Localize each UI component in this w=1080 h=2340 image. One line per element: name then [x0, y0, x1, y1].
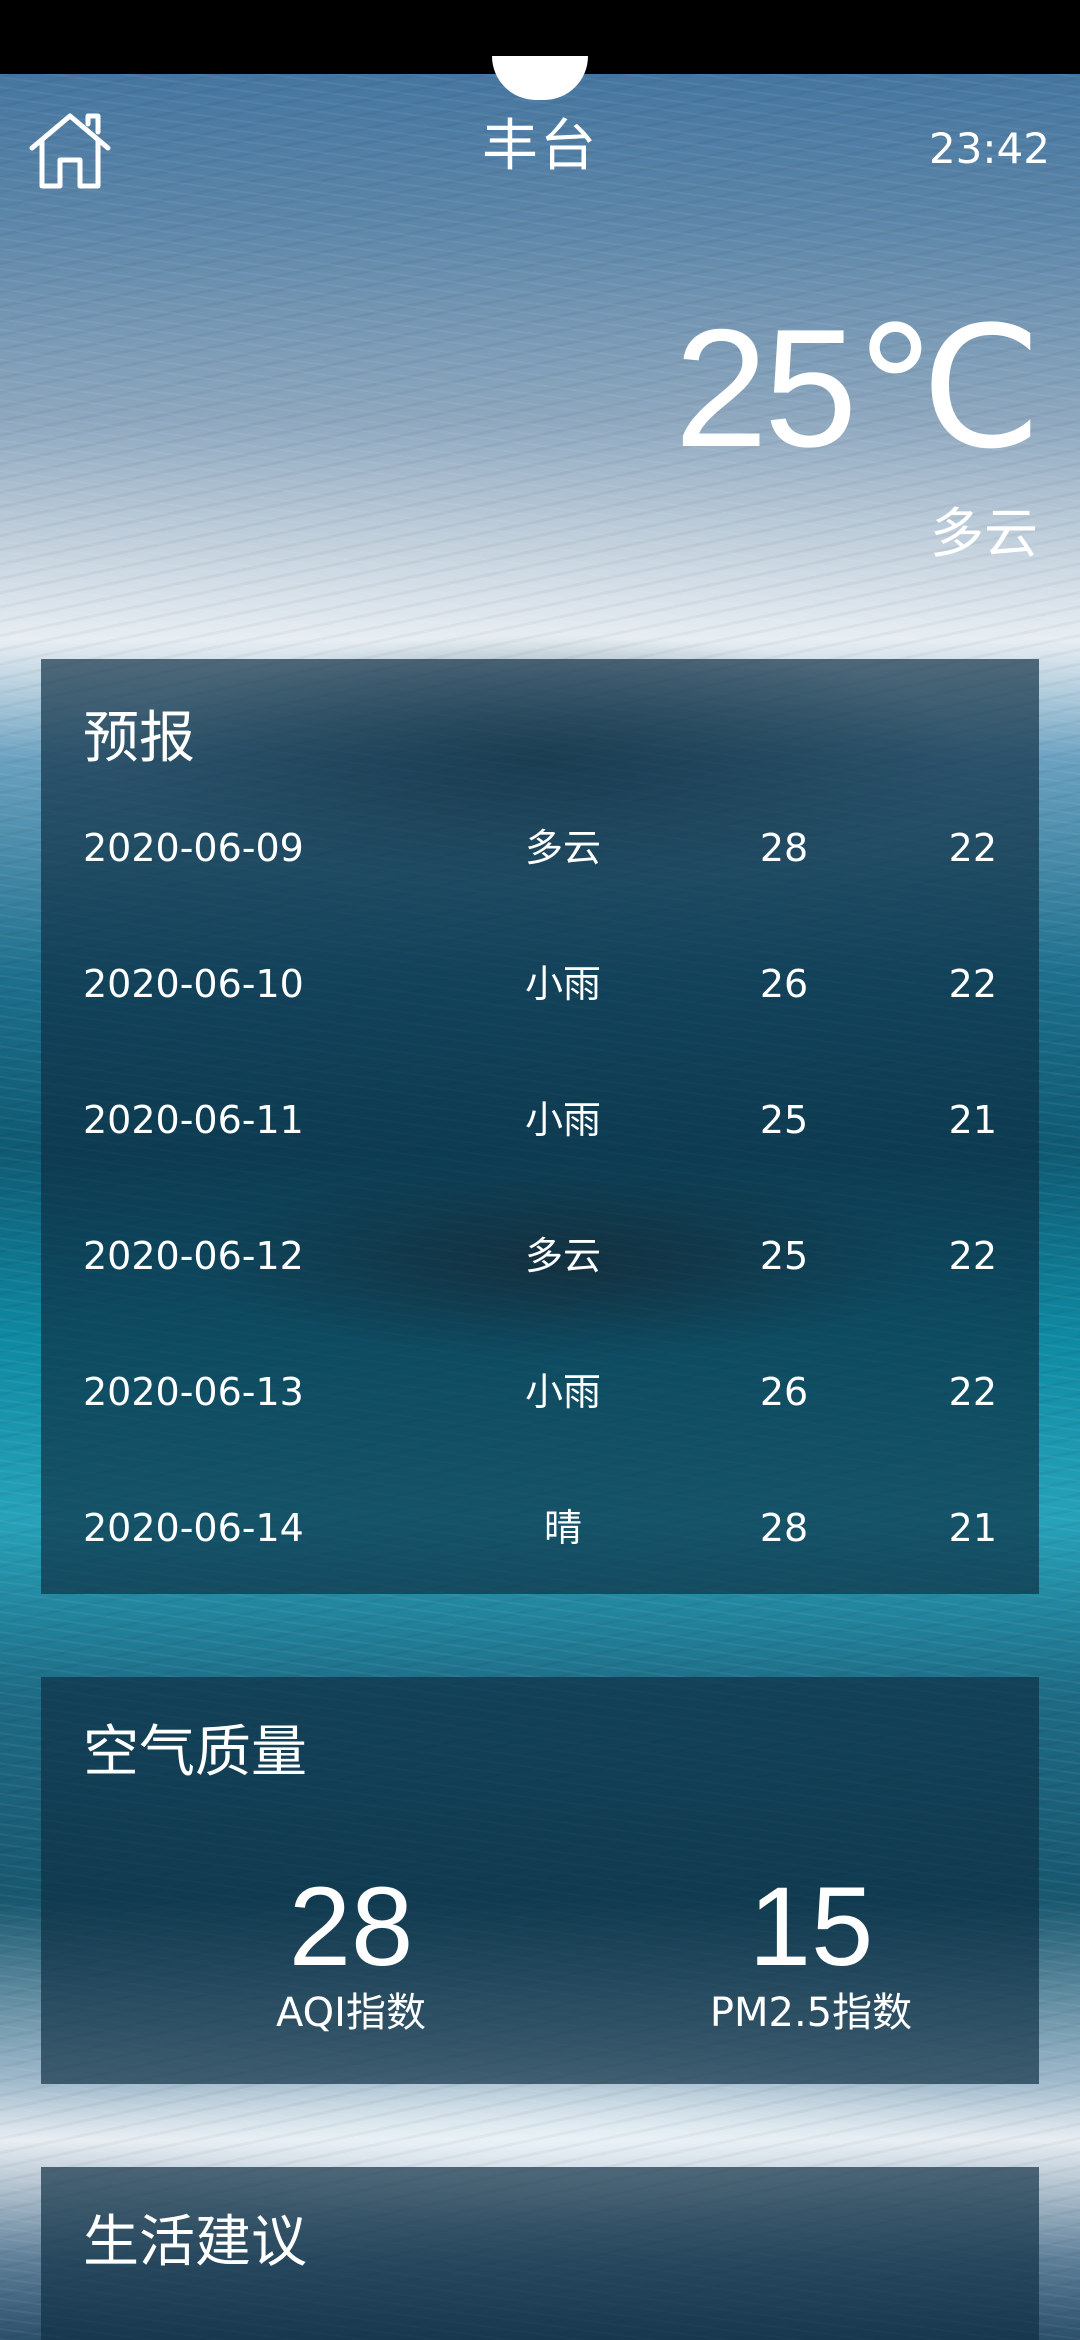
forecast-min-temp: 22 — [948, 826, 997, 870]
forecast-date: 2020-06-10 — [83, 962, 304, 1006]
pm25-index: 15 PM2.5指数 — [611, 1867, 1011, 2037]
aqi-value: 28 — [288, 1864, 414, 1989]
city-title: 丰台 — [482, 114, 598, 179]
current-condition: 多云 — [930, 502, 1038, 565]
air-quality-title: 空气质量 — [83, 1720, 307, 1785]
forecast-date: 2020-06-12 — [83, 1234, 304, 1278]
forecast-card: 预报 2020-06-09 多云 28 22 2020-06-10 小雨 26 … — [41, 659, 1039, 1594]
life-advice-card: 生活建议 — [41, 2167, 1039, 2340]
forecast-weather: 晴 — [543, 1506, 582, 1550]
forecast-min-temp: 21 — [948, 1098, 997, 1142]
forecast-date: 2020-06-09 — [83, 826, 304, 870]
current-temperature: 25℃ — [674, 294, 1042, 482]
forecast-min-temp: 22 — [948, 1370, 997, 1414]
forecast-weather: 小雨 — [524, 1370, 601, 1414]
forecast-date: 2020-06-14 — [83, 1506, 304, 1550]
life-advice-title: 生活建议 — [83, 2210, 307, 2275]
forecast-date: 2020-06-11 — [83, 1098, 304, 1142]
forecast-max-temp: 26 — [759, 1370, 809, 1414]
home-icon — [29, 113, 111, 189]
forecast-min-temp: 21 — [948, 1506, 997, 1550]
forecast-max-temp: 28 — [759, 1506, 809, 1550]
forecast-weather: 小雨 — [524, 1098, 601, 1142]
forecast-row: 2020-06-09 多云 28 22 — [41, 803, 1039, 893]
forecast-weather: 多云 — [524, 1234, 601, 1278]
forecast-date: 2020-06-13 — [83, 1370, 304, 1414]
aqi-index: 28 AQI指数 — [151, 1867, 551, 2037]
forecast-max-temp: 26 — [759, 962, 809, 1006]
forecast-weather: 多云 — [524, 826, 601, 870]
forecast-row: 2020-06-10 小雨 26 22 — [41, 939, 1039, 1029]
forecast-max-temp: 25 — [759, 1234, 809, 1278]
home-button[interactable] — [24, 104, 116, 196]
header: 丰台 23:42 — [0, 96, 1080, 206]
forecast-row: 2020-06-11 小雨 25 21 — [41, 1075, 1039, 1165]
forecast-max-temp: 25 — [759, 1098, 809, 1142]
update-time: 23:42 — [928, 124, 1050, 173]
current-weather: 25℃ 多云 — [538, 294, 1042, 565]
forecast-row: 2020-06-13 小雨 26 22 — [41, 1347, 1039, 1437]
forecast-row: 2020-06-14 晴 28 21 — [41, 1483, 1039, 1573]
forecast-min-temp: 22 — [948, 1234, 997, 1278]
aqi-label: AQI指数 — [276, 1990, 426, 2036]
pm25-label: PM2.5指数 — [709, 1990, 913, 2036]
forecast-row: 2020-06-12 多云 25 22 — [41, 1211, 1039, 1301]
air-quality-card: 空气质量 28 AQI指数 15 PM2.5指数 — [41, 1677, 1039, 2084]
forecast-list: 2020-06-09 多云 28 22 2020-06-10 小雨 26 22 … — [41, 659, 1039, 1594]
pm25-value: 15 — [748, 1864, 874, 1989]
forecast-weather: 小雨 — [524, 962, 601, 1006]
forecast-min-temp: 22 — [948, 962, 997, 1006]
forecast-max-temp: 28 — [759, 826, 809, 870]
